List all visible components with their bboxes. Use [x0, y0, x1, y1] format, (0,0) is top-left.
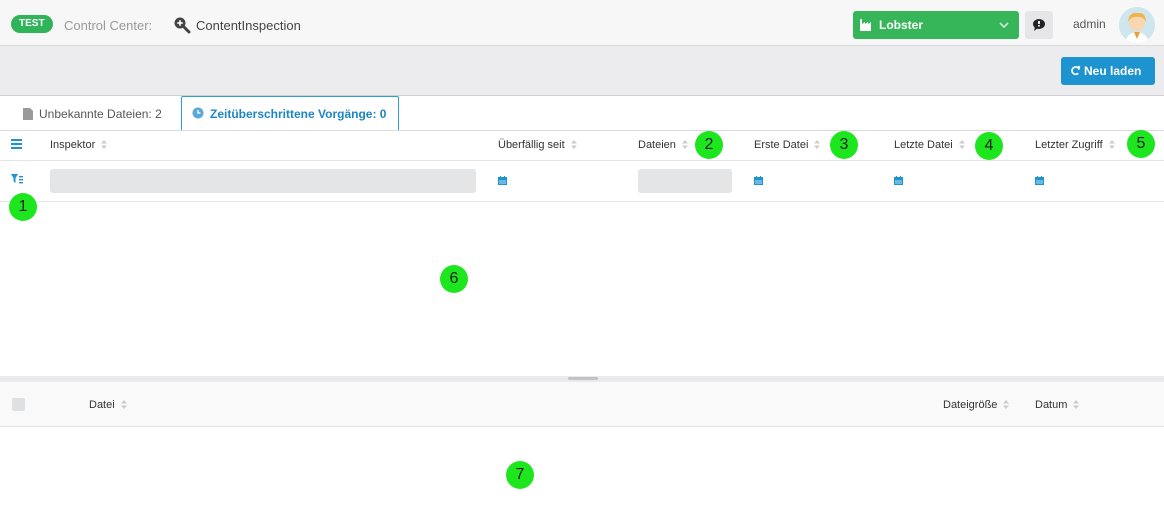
column-header-letzter-zugriff[interactable]: Letzter Zugriff [1035, 139, 1115, 151]
tenant-select-value: Lobster [879, 18, 924, 32]
annotation-marker-2: 2 [695, 131, 723, 159]
sort-icon [120, 400, 127, 409]
calendar-icon[interactable] [1035, 176, 1044, 185]
user-avatar-icon [1119, 7, 1155, 43]
annotation-marker-1: 1 [9, 193, 37, 221]
clock-icon [192, 107, 204, 119]
chat-button[interactable] [1025, 11, 1053, 39]
search-plus-icon [174, 17, 191, 34]
sort-icon [681, 140, 688, 149]
column-header-dateien[interactable]: Dateien [638, 139, 688, 151]
column-header-datei[interactable]: Datei [89, 399, 127, 411]
tab-overdue-processes[interactable]: Zeitüberschrittene Vorgänge: 0 [181, 96, 399, 131]
select-all-checkbox[interactable] [12, 398, 25, 411]
sort-icon [1003, 400, 1010, 409]
reload-button[interactable]: Neu laden [1061, 57, 1155, 85]
column-header-label: Inspektor [50, 139, 96, 151]
column-header-label: Überfällig seit [498, 139, 565, 151]
column-header-ueberfaellig-seit[interactable]: Überfällig seit [498, 139, 577, 151]
column-header-datum[interactable]: Datum [1035, 399, 1080, 411]
filter-icon[interactable] [11, 174, 23, 184]
column-header-letzte-datei[interactable]: Letzte Datei [894, 139, 965, 151]
calendar-icon[interactable] [498, 176, 507, 185]
environment-badge: TEST [11, 15, 53, 33]
annotation-marker-4: 4 [975, 132, 1003, 160]
sort-icon [570, 140, 577, 149]
calendar-icon[interactable] [894, 176, 903, 185]
sort-icon [1108, 140, 1115, 149]
files-count-filter-input[interactable] [638, 169, 732, 193]
tab-overdue-processes-label: Zeitüberschrittene Vorgänge: 0 [210, 107, 387, 121]
tab-unknown-files[interactable]: Unbekannte Dateien: 2 [8, 97, 180, 131]
factory-icon [860, 19, 871, 31]
sort-icon [101, 140, 108, 149]
refresh-icon [1071, 65, 1081, 76]
column-header-label: Datum [1035, 399, 1068, 411]
toolbar [0, 46, 1164, 96]
column-header-label: Erste Datei [754, 139, 809, 151]
annotation-marker-7: 7 [506, 461, 534, 489]
annotation-marker-3: 3 [830, 131, 858, 159]
column-header-label: Dateigröße [943, 399, 998, 411]
annotation-marker-5: 5 [1127, 130, 1155, 158]
tenant-select[interactable]: Lobster [853, 11, 1019, 39]
column-header-dateigroesse[interactable]: Dateigröße [943, 399, 1010, 411]
sort-icon [814, 140, 821, 149]
file-icon [23, 108, 33, 120]
chevron-down-icon [999, 22, 1009, 29]
reload-button-label: Neu laden [1084, 64, 1142, 78]
avatar[interactable] [1119, 7, 1155, 43]
column-header-inspektor[interactable]: Inspektor [50, 139, 108, 151]
column-header-label: Dateien [638, 139, 676, 151]
tab-unknown-files-label: Unbekannte Dateien: 2 [39, 107, 162, 121]
sort-icon [958, 140, 965, 149]
calendar-icon[interactable] [754, 176, 763, 185]
column-header-erste-datei[interactable]: Erste Datei [754, 139, 821, 151]
column-menu-icon[interactable] [11, 139, 22, 149]
page-title: ContentInspection [196, 18, 301, 33]
inspector-filter-input[interactable] [50, 169, 476, 193]
column-header-label: Letzter Zugriff [1035, 139, 1103, 151]
sort-icon [1073, 400, 1080, 409]
comment-icon [1033, 19, 1045, 31]
splitter-grip[interactable] [568, 377, 598, 380]
app-label: Control Center: [64, 18, 153, 33]
annotation-marker-6: 6 [440, 265, 468, 293]
column-header-label: Datei [89, 399, 115, 411]
column-header-label: Letzte Datei [894, 139, 953, 151]
user-name[interactable]: admin [1073, 17, 1106, 31]
